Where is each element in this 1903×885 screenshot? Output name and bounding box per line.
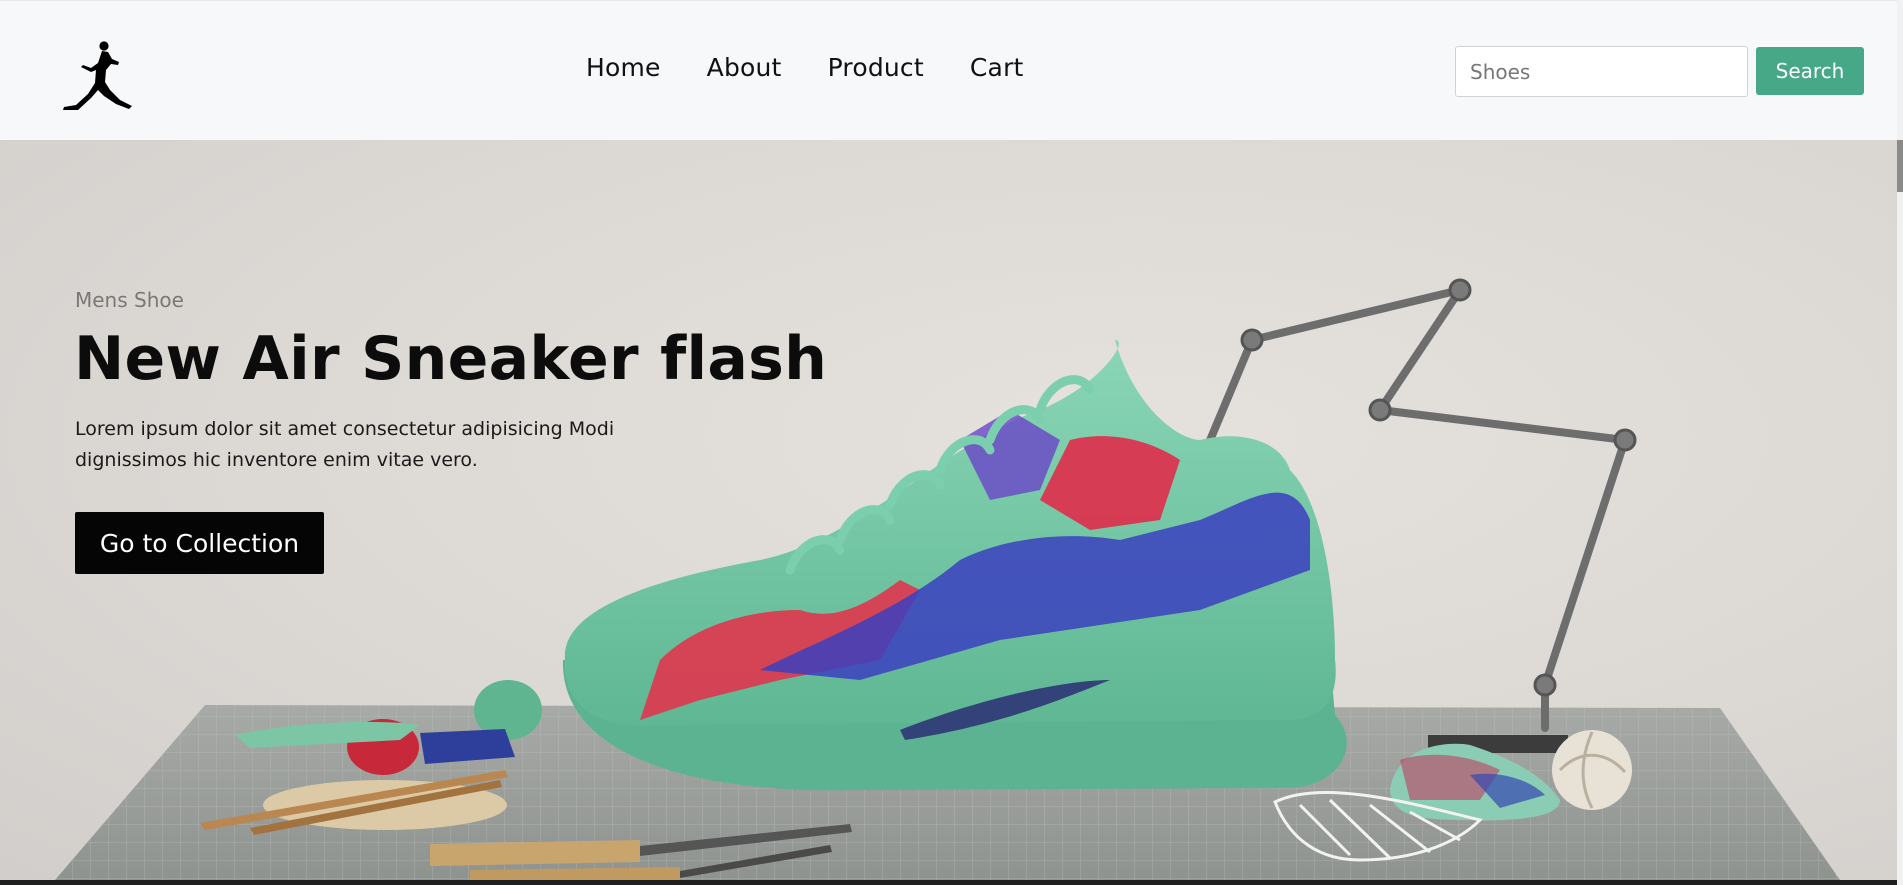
go-to-collection-button[interactable]: Go to Collection bbox=[75, 512, 324, 574]
nav-links: Home About Product Cart bbox=[586, 53, 1024, 82]
search-input[interactable] bbox=[1455, 46, 1748, 97]
nav-link-home[interactable]: Home bbox=[586, 53, 661, 82]
search-button[interactable]: Search bbox=[1756, 47, 1864, 95]
next-section-edge bbox=[0, 880, 1897, 885]
nav-link-product[interactable]: Product bbox=[828, 53, 924, 82]
page: Home About Product Cart Search bbox=[0, 0, 1903, 885]
scrollbar-track[interactable] bbox=[1897, 0, 1903, 885]
hero-description: Lorem ipsum dolor sit amet consectetur a… bbox=[75, 418, 615, 471]
mini-basketball bbox=[1552, 730, 1632, 810]
navbar: Home About Product Cart Search bbox=[0, 0, 1897, 140]
hero-eyebrow: Mens Shoe bbox=[75, 288, 184, 312]
nav-link-cart[interactable]: Cart bbox=[970, 53, 1024, 82]
scrollbar-thumb[interactable] bbox=[1897, 140, 1903, 192]
hero-headline: New Air Sneaker flash bbox=[74, 324, 828, 394]
sneaker bbox=[562, 340, 1347, 791]
hero-banner: Mens Shoe New Air Sneaker flash Lorem ip… bbox=[0, 140, 1897, 880]
hero-sneaker-image bbox=[55, 278, 1840, 880]
jumpman-logo[interactable] bbox=[58, 39, 138, 113]
nav-link-about[interactable]: About bbox=[707, 53, 782, 82]
